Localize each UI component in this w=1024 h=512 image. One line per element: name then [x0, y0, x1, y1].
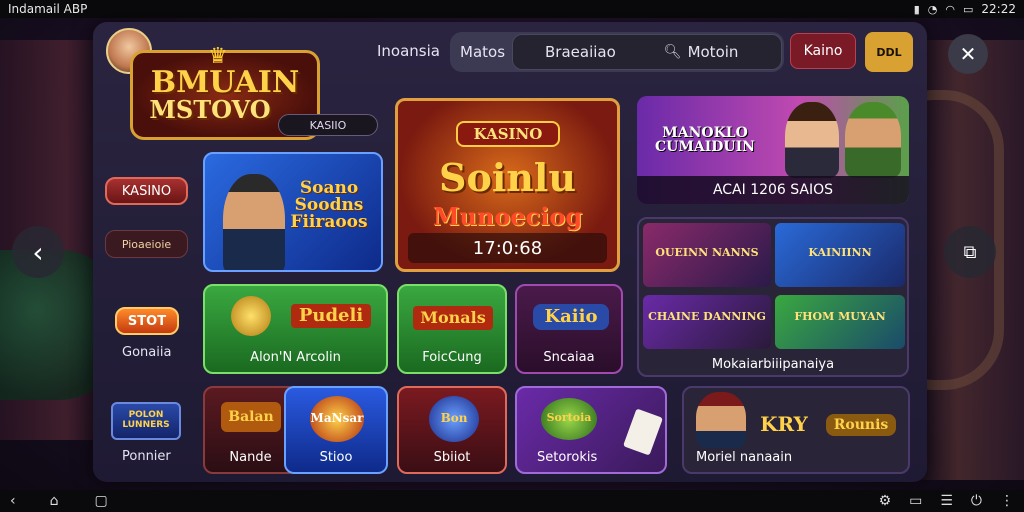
card-a-title: Pudeli	[291, 304, 371, 328]
card-b-caption: FoicCung	[422, 350, 482, 365]
grid-thumb-3[interactable]: CHAINE DANNING	[643, 295, 771, 349]
card-game-b[interactable]: Monals FoicCung	[397, 284, 507, 374]
forward-arrow-icon[interactable]: ⧉	[944, 226, 996, 278]
sidebar-item-kasino[interactable]: KASINO	[105, 177, 188, 205]
window-icon[interactable]: ▭	[909, 493, 922, 509]
sidebar-label-poker[interactable]: Ponnier	[122, 449, 171, 464]
settings-icon[interactable]: ⚙	[879, 493, 892, 509]
card-a-caption: Alon'N Arcolin	[250, 350, 341, 365]
card-icon	[623, 408, 663, 456]
sidebar-item-slot[interactable]: STOT	[115, 307, 179, 335]
card-game-a[interactable]: Pudeli Alon'N Arcolin	[203, 284, 388, 374]
nav-link-matos[interactable]: Matos	[460, 43, 505, 61]
grid-thumb-2-title: KAINIINN	[808, 246, 872, 259]
bottom-5-title1: KRY	[760, 412, 808, 436]
promo-main-title: Soano Soodns Fiiraoos	[290, 178, 368, 232]
bottom-4-title: Sortoia	[546, 411, 592, 424]
grid-thumb-3-title: CHAINE DANNING	[648, 310, 766, 323]
card-b-title: Monals	[413, 306, 493, 330]
search-icon[interactable]: 🔍︎	[664, 44, 682, 60]
card-c-caption: Sncaiaa	[543, 350, 595, 365]
wifi-icon: ◠	[945, 2, 955, 16]
battery-icon: ▮	[913, 2, 920, 16]
jackpot-title-line2: Munoeciog	[432, 202, 583, 231]
grid-thumb-1[interactable]: OUEINN NANNS	[643, 223, 771, 287]
logo-line1: BMUAIN	[150, 65, 300, 100]
bottom-5-caption: Moriel nanaain	[696, 450, 793, 465]
card-bottom-2[interactable]: MaNsar Stioo	[284, 386, 388, 474]
grid-thumb-4[interactable]: FHOM MUYAN	[775, 295, 905, 349]
search-placeholder: Braeaiiao	[545, 43, 616, 61]
bottom-4-caption: Setorokis	[537, 450, 598, 465]
bottom-3-title: Bon	[440, 411, 468, 425]
bottom-2-caption: Stioo	[319, 450, 353, 465]
card-bottom-3[interactable]: Bon Sbiiot	[397, 386, 507, 474]
card-featured[interactable]: MANOKLO CUMAIDUIN ACAI 1206 SAIOS	[637, 96, 909, 204]
menu-icon[interactable]: ☰	[940, 493, 953, 509]
status-bar: Indamail ABP ▮ ◔ ◠ ▭ 22:22	[0, 0, 1024, 18]
back-nav-icon[interactable]: ‹	[10, 493, 16, 509]
search-input[interactable]: Braeaiiao 🔍︎ Motoin	[512, 34, 782, 70]
status-title: Indamail ABP	[8, 2, 88, 16]
system-nav-bar: ‹ ⌂ ▢ ⚙ ▭ ☰ ⏻ ⋮	[0, 490, 1024, 512]
home-icon[interactable]: ⌂	[50, 493, 59, 509]
bottom-5-title2: Rounis	[826, 414, 896, 436]
sim-icon: ▭	[963, 2, 974, 16]
grid-thumb-4-title: FHOM MUYAN	[794, 310, 886, 323]
back-arrow-icon[interactable]: ‹	[12, 226, 64, 278]
card-bottom-4[interactable]: Sortoia Setorokis	[515, 386, 667, 474]
person-image	[696, 392, 746, 448]
jackpot-badge: KASINO	[456, 121, 560, 147]
coin-icon	[231, 296, 271, 336]
recents-icon[interactable]: ▢	[95, 493, 108, 509]
sidebar-tile-poker[interactable]: POLON LUNNERS	[111, 402, 181, 440]
featured-title: MANOKLO CUMAIDUIN	[655, 125, 755, 155]
search-query: Motoin	[687, 43, 739, 61]
person-image	[223, 174, 285, 270]
more-icon[interactable]: ⋮	[1000, 493, 1014, 509]
search-bar: Matos Braeaiiao 🔍︎ Motoin	[450, 32, 784, 72]
grid-thumb-1-title: OUEINN NANNS	[655, 246, 759, 259]
card-game-c[interactable]: Kaiio Sncaiaa	[515, 284, 623, 374]
grid-thumb-2[interactable]: KAINIINN	[775, 223, 905, 287]
grid-caption: Mokaiarbiiipanaiya	[711, 357, 835, 372]
sidebar-label-games[interactable]: Gonaiia	[122, 345, 171, 360]
jackpot-title-line1: Soinlu	[439, 155, 576, 200]
logo-tag: KASIIO	[278, 114, 378, 136]
logo-line2: MSTOVO	[149, 95, 271, 124]
power-icon[interactable]: ⏻	[971, 493, 982, 509]
close-icon[interactable]: ✕	[948, 34, 988, 74]
bottom-1-title: Balan	[221, 402, 281, 432]
card-game-grid: OUEINN NANNS KAINIINN CHAINE DANNING FHO…	[637, 217, 909, 377]
bottom-2-title: MaNsar	[310, 411, 364, 425]
card-bottom-5[interactable]: KRY Rounis Moriel nanaain	[682, 386, 910, 474]
featured-caption: ACAI 1206 SAIOS	[637, 176, 909, 204]
kasino-button[interactable]: Kaino	[790, 33, 856, 69]
gift-label: DDL	[876, 45, 902, 59]
card-promo-main[interactable]: Soano Soodns Fiiraoos	[203, 152, 383, 272]
jackpot-timer: 17:0:68	[408, 233, 607, 263]
card-c-title: Kaiio	[533, 304, 609, 330]
gift-icon[interactable]: DDL	[865, 32, 913, 72]
status-time: 22:22	[981, 2, 1016, 16]
signal-icon: ◔	[927, 2, 938, 16]
bottom-3-caption: Sbiiot	[433, 450, 471, 465]
crown-icon: ♛	[208, 44, 228, 69]
sidebar-item-promo[interactable]: Pioaeioie	[105, 230, 188, 258]
person-image	[845, 102, 901, 178]
person-image	[785, 102, 839, 178]
bottom-1-caption: Nande	[229, 450, 272, 465]
nav-link-indonesia[interactable]: Inoansia	[377, 42, 440, 60]
card-jackpot[interactable]: KASINO Soinlu Munoeciog 17:0:68	[395, 98, 620, 272]
